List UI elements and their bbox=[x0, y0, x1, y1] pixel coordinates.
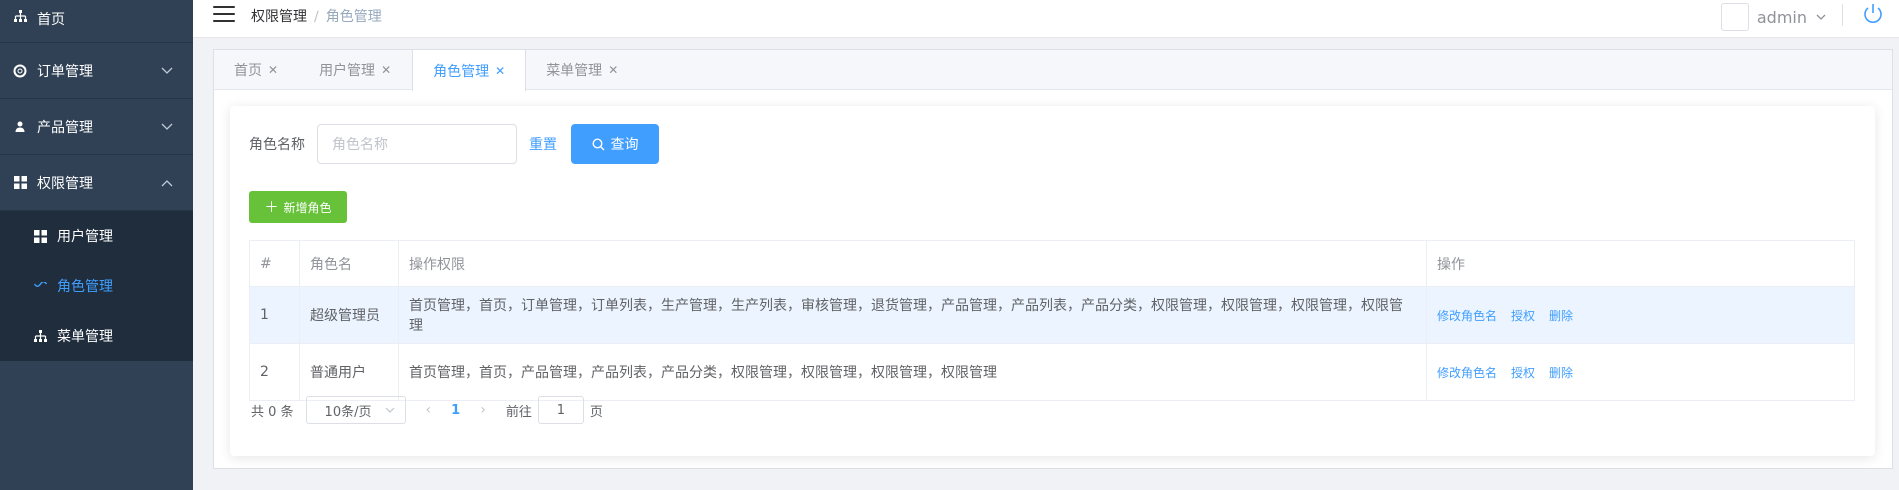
page-size-select[interactable]: 10条/页 bbox=[305, 396, 406, 424]
search-icon bbox=[591, 137, 604, 150]
hamburger-icon[interactable] bbox=[213, 6, 235, 24]
role-name: 超级管理员 bbox=[299, 286, 399, 344]
chevron-down-icon bbox=[385, 407, 394, 413]
table-header: 操作 bbox=[1426, 240, 1855, 287]
delete-button[interactable]: 删除 bbox=[1549, 309, 1573, 323]
sidebar-item-label: 产品管理 bbox=[37, 119, 93, 136]
close-icon[interactable]: ✕ bbox=[495, 64, 505, 78]
sitemap-icon bbox=[13, 9, 27, 23]
authorize-button[interactable]: 授权 bbox=[1511, 366, 1535, 380]
tab-label: 菜单管理 bbox=[546, 63, 603, 79]
wave-icon bbox=[33, 279, 47, 293]
user-name: admin bbox=[1756, 7, 1807, 27]
page-number[interactable]: 1 bbox=[451, 403, 460, 418]
sidebar-item-label: 权限管理 bbox=[37, 175, 93, 192]
sidebar-item-orders[interactable]: 订单管理 bbox=[0, 43, 193, 99]
top-header: 权限管理 / 角色管理 admin bbox=[193, 0, 1899, 38]
grid-icon bbox=[33, 229, 47, 243]
sidebar-item-label: 首页 bbox=[37, 12, 65, 28]
sidebar-item-label: 菜单管理 bbox=[57, 329, 113, 345]
prev-page-button[interactable]: ‹ bbox=[426, 402, 432, 418]
sidebar-item-products[interactable]: 产品管理 bbox=[0, 99, 193, 155]
tab-bar: 首页 ✕ 用户管理 ✕ 角色管理 ✕ 菜单管理 ✕ bbox=[214, 50, 1892, 91]
chevron-down-icon bbox=[161, 119, 173, 135]
query-button-label: 查询 bbox=[610, 137, 639, 153]
add-role-label: 新增角色 bbox=[283, 200, 332, 215]
sidebar-item-users[interactable]: 用户管理 bbox=[0, 211, 193, 261]
tab-label: 角色管理 bbox=[433, 63, 490, 80]
table-header: # bbox=[249, 240, 300, 287]
role-permissions: 首页管理，首页，产品管理，产品列表，产品分类，权限管理，权限管理，权限管理，权限… bbox=[398, 343, 1427, 401]
page-suffix: 页 bbox=[589, 404, 603, 420]
tab-menus[interactable]: 菜单管理 ✕ bbox=[526, 50, 639, 90]
role-permissions: 首页管理，首页，订单管理，订单列表，生产管理，生产列表，审核管理，退货管理，产品… bbox=[398, 286, 1427, 344]
search-form: 角色名称 角色名称 重置 查询 bbox=[249, 124, 659, 164]
pagination: 共 0 条 10条/页 ‹ 1 › 前往 1 页 bbox=[251, 396, 603, 424]
goto-label: 前往 bbox=[505, 404, 532, 420]
breadcrumb: 权限管理 / 角色管理 bbox=[251, 6, 382, 26]
reset-button[interactable]: 重置 bbox=[529, 134, 557, 154]
breadcrumb-item[interactable]: 权限管理 bbox=[251, 9, 307, 25]
authorize-button[interactable]: 授权 bbox=[1511, 309, 1535, 323]
life-ring-icon bbox=[13, 64, 27, 78]
goto-page-input[interactable]: 1 bbox=[537, 396, 584, 424]
tab-label: 用户管理 bbox=[319, 63, 376, 79]
delete-button[interactable]: 删除 bbox=[1549, 366, 1573, 380]
add-role-button[interactable]: ＋ 新增角色 bbox=[249, 191, 347, 223]
grid-icon bbox=[13, 176, 27, 190]
tabs-container: 首页 ✕ 用户管理 ✕ 角色管理 ✕ 菜单管理 ✕ 角色名称 角色名称 重置 查询 ＋ … bbox=[213, 49, 1893, 469]
sidebar: 首页 订单管理 产品管理 权限管理 用户管理 角色管理 菜单管理 bbox=[0, 0, 193, 490]
tab-users[interactable]: 用户管理 ✕ bbox=[299, 50, 412, 90]
close-icon[interactable]: ✕ bbox=[268, 63, 278, 77]
sidebar-item-permissions[interactable]: 权限管理 bbox=[0, 155, 193, 211]
total-count: 共 0 条 bbox=[251, 404, 294, 420]
page-size-value: 10条/页 bbox=[324, 404, 372, 420]
user-menu[interactable]: admin bbox=[1720, 3, 1827, 31]
sidebar-item-roles[interactable]: 角色管理 bbox=[0, 261, 193, 311]
table-header: 角色名 bbox=[299, 240, 399, 287]
tab-home[interactable]: 首页 ✕ bbox=[214, 50, 299, 90]
next-page-button[interactable]: › bbox=[480, 402, 486, 418]
edit-role-name-button[interactable]: 修改角色名 bbox=[1437, 309, 1497, 323]
query-button[interactable]: 查询 bbox=[571, 124, 659, 164]
row-index: 2 bbox=[249, 343, 300, 401]
chevron-down-icon bbox=[161, 63, 173, 79]
breadcrumb-current: 角色管理 bbox=[325, 9, 382, 25]
avatar bbox=[1720, 3, 1749, 31]
content-card: 角色名称 角色名称 重置 查询 ＋ 新增角色 # 角色名 操作权限 操作 1 超… bbox=[230, 106, 1875, 456]
close-icon[interactable]: ✕ bbox=[381, 63, 391, 77]
sidebar-item-menus[interactable]: 菜单管理 bbox=[0, 311, 193, 361]
table-header: 操作权限 bbox=[398, 240, 1427, 287]
breadcrumb-separator: / bbox=[314, 9, 319, 25]
roles-table: # 角色名 操作权限 操作 1 超级管理员 首页管理，首页，订单管理，订单列表，… bbox=[249, 240, 1855, 401]
sidebar-item-label: 用户管理 bbox=[57, 229, 113, 245]
tab-label: 首页 bbox=[234, 63, 262, 79]
role-name: 普通用户 bbox=[299, 343, 399, 401]
table-header-row: # 角色名 操作权限 操作 bbox=[249, 240, 1855, 287]
table-row[interactable]: 2 普通用户 首页管理，首页，产品管理，产品列表，产品分类，权限管理，权限管理，… bbox=[249, 343, 1855, 401]
sidebar-submenu: 用户管理 角色管理 菜单管理 bbox=[0, 211, 193, 361]
sidebar-item-label: 订单管理 bbox=[37, 63, 93, 80]
edit-role-name-button[interactable]: 修改角色名 bbox=[1437, 366, 1497, 380]
sitemap-icon bbox=[33, 329, 47, 343]
row-index: 1 bbox=[249, 286, 300, 344]
user-icon bbox=[13, 120, 27, 134]
sidebar-item-home[interactable]: 首页 bbox=[0, 0, 193, 43]
close-icon[interactable]: ✕ bbox=[608, 63, 618, 77]
divider bbox=[1842, 4, 1843, 26]
table-row[interactable]: 1 超级管理员 首页管理，首页，订单管理，订单列表，生产管理，生产列表，审核管理… bbox=[249, 286, 1855, 344]
row-actions: 修改角色名 授权 删除 bbox=[1426, 343, 1855, 401]
chevron-up-icon bbox=[161, 175, 173, 191]
tab-roles[interactable]: 角色管理 ✕ bbox=[412, 50, 527, 91]
plus-icon: ＋ bbox=[264, 200, 279, 216]
role-name-label: 角色名称 bbox=[249, 137, 305, 153]
sidebar-item-label: 角色管理 bbox=[57, 279, 113, 295]
chevron-down-icon bbox=[1815, 11, 1827, 23]
row-actions: 修改角色名 授权 删除 bbox=[1426, 286, 1855, 344]
role-name-input[interactable]: 角色名称 bbox=[317, 124, 517, 164]
power-icon[interactable] bbox=[1861, 2, 1885, 26]
